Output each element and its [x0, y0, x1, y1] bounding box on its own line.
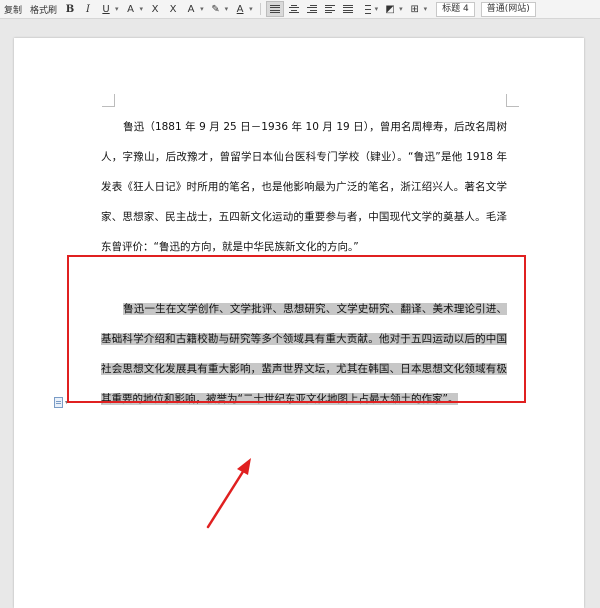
arrow-shaft	[206, 468, 246, 529]
arrow-head	[237, 458, 251, 475]
annotation-arrow	[206, 458, 251, 529]
